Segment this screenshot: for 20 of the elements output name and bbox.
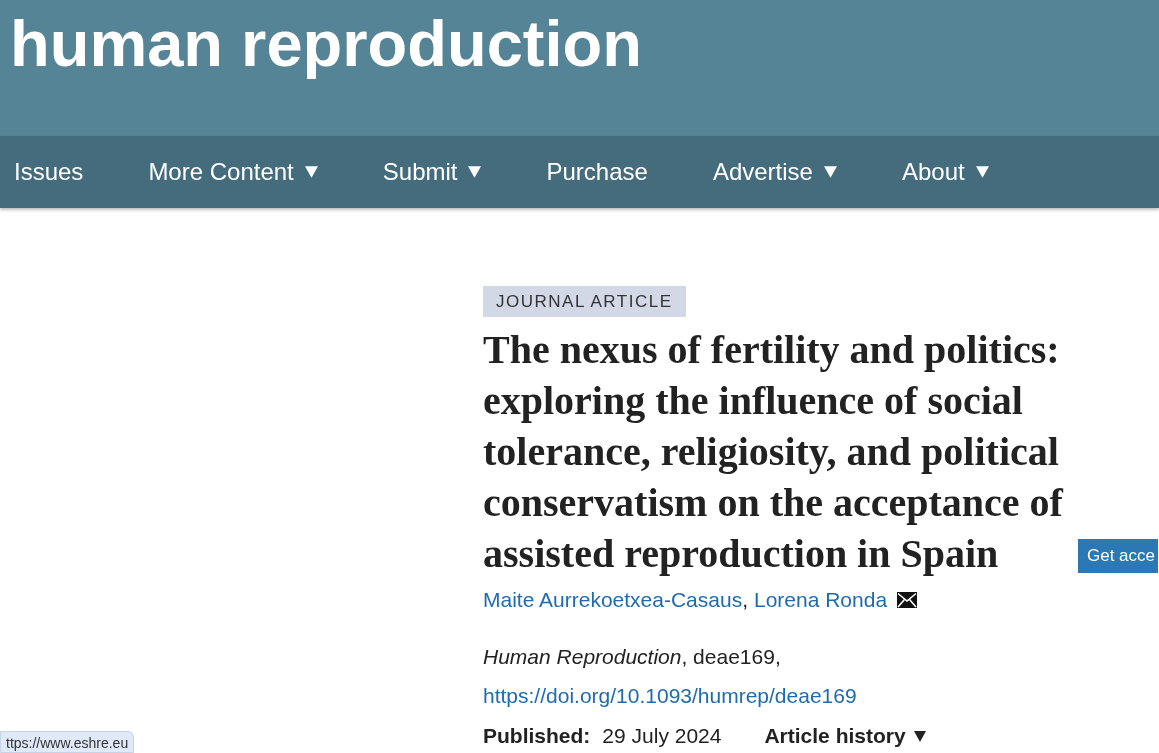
article-history-button[interactable]: Article history (764, 720, 926, 752)
nav-menu-item[interactable]: About (901, 157, 989, 187)
nav-menu-item[interactable]: Advertise (712, 157, 837, 187)
envelope-icon[interactable] (897, 592, 918, 608)
nav-menu-item[interactable]: Purchase (546, 157, 648, 187)
doi-link[interactable]: https://doi.org/10.1093/humrep/deae169 (483, 680, 857, 712)
author-link[interactable]: Maite Aurrekoetxea-Casaus (483, 584, 743, 616)
article-type-badge: JOURNAL ARTICLE (483, 286, 686, 317)
published-date: 29 July 2024 (602, 723, 722, 750)
nav-menu-item[interactable]: More Content (148, 157, 318, 187)
author-separator: , (742, 587, 748, 614)
link-preview-bubble: ttps://www.eshre.eu (0, 731, 135, 753)
journal-title-link[interactable]: human reproduction (10, 4, 642, 84)
author-link[interactable]: Lorena Ronda (754, 584, 888, 616)
citation-text: Human Reproduction, deae169, (483, 644, 781, 670)
published-label: Published: (483, 723, 591, 750)
nav-menu-item[interactable]: Issues (14, 157, 84, 187)
article-title: The nexus of fertility and politics: exploring the influence of social tolerance, religiosity, and political conservatism on the acceptance of assisted reproduction in Spain (483, 326, 1065, 578)
nav-menu-item[interactable]: Submit (382, 157, 482, 187)
get-access-button[interactable]: Get acce (1078, 539, 1159, 573)
